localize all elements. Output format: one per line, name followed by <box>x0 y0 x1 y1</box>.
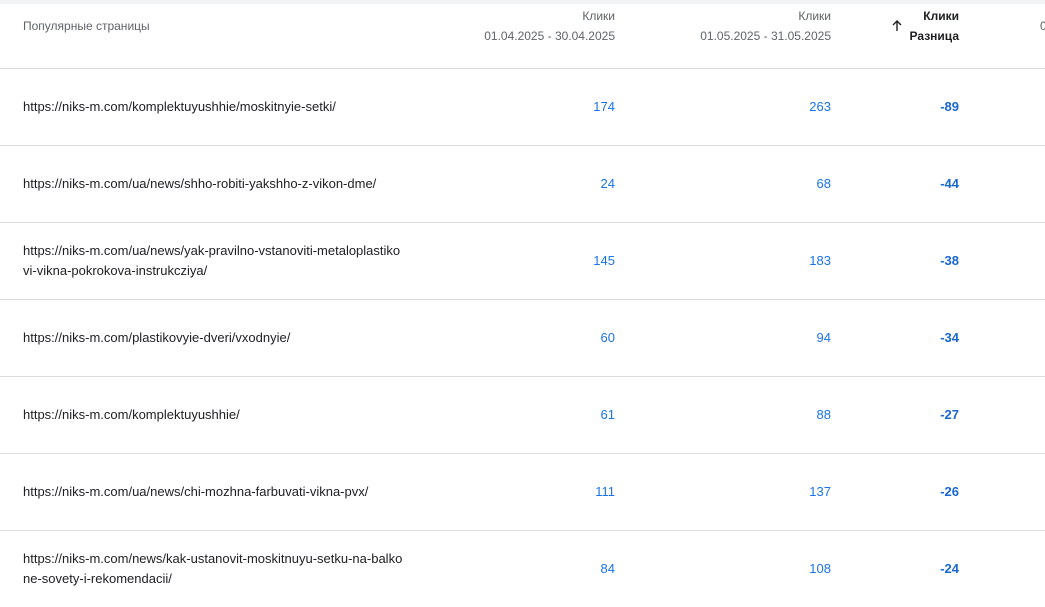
clicks-may: 108 <box>809 561 831 576</box>
clicks-difference: -27 <box>940 407 959 422</box>
clicks-may: 94 <box>816 330 831 345</box>
clicks-april: 174 <box>593 99 615 114</box>
clicks-difference: -38 <box>940 253 959 268</box>
page-url[interactable]: https://niks-m.com/ua/news/chi-mozhna-fa… <box>23 482 403 502</box>
clicks-difference: -26 <box>940 484 959 499</box>
header-popular-pages[interactable]: Популярные страницы <box>23 16 150 36</box>
header-clicks-may-range: 01.05.2025 - 31.05.2025 <box>700 29 831 43</box>
table-row[interactable]: https://niks-m.com/plastikovyie-dveri/vx… <box>0 300 1045 377</box>
table-row[interactable]: https://niks-m.com/ua/news/shho-robiti-y… <box>0 146 1045 223</box>
header-clicks-april-title: Клики <box>582 9 615 23</box>
clicks-april: 60 <box>600 330 615 345</box>
header-next-column-partial[interactable]: 0 <box>1040 16 1045 36</box>
page-url[interactable]: https://niks-m.com/news/kak-ustanovit-mo… <box>23 549 403 589</box>
header-clicks-april-range: 01.04.2025 - 30.04.2025 <box>484 29 615 43</box>
table-row[interactable]: https://niks-m.com/ua/news/yak-pravilno-… <box>0 223 1045 300</box>
popular-pages-table: Популярные страницы Клики 01.04.2025 - 3… <box>0 4 1045 607</box>
table-row[interactable]: https://niks-m.com/news/kak-ustanovit-mo… <box>0 531 1045 607</box>
clicks-april: 24 <box>600 176 615 191</box>
clicks-difference: -24 <box>940 561 959 576</box>
clicks-april: 145 <box>593 253 615 268</box>
clicks-difference: -44 <box>940 176 959 191</box>
clicks-may: 183 <box>809 253 831 268</box>
page-url[interactable]: https://niks-m.com/komplektuyushhie/ <box>23 405 403 425</box>
table-header: Популярные страницы Клики 01.04.2025 - 3… <box>0 4 1045 69</box>
header-clicks-difference-sub: Разница <box>909 29 959 43</box>
header-clicks-may[interactable]: Клики 01.05.2025 - 31.05.2025 <box>631 6 831 46</box>
clicks-may: 88 <box>816 407 831 422</box>
page-url[interactable]: https://niks-m.com/komplektuyushhie/mosk… <box>23 97 403 117</box>
page-url[interactable]: https://niks-m.com/ua/news/shho-robiti-y… <box>23 174 403 194</box>
clicks-april: 61 <box>600 407 615 422</box>
page-url[interactable]: https://niks-m.com/ua/news/yak-pravilno-… <box>23 241 403 281</box>
clicks-april: 111 <box>595 484 615 499</box>
clicks-may: 263 <box>809 99 831 114</box>
clicks-difference: -89 <box>940 99 959 114</box>
table-row[interactable]: https://niks-m.com/komplektuyushhie/mosk… <box>0 69 1045 146</box>
header-clicks-april[interactable]: Клики 01.04.2025 - 30.04.2025 <box>415 6 615 46</box>
header-clicks-difference[interactable]: Клики Разница <box>839 6 959 46</box>
table-row[interactable]: https://niks-m.com/ua/news/chi-mozhna-fa… <box>0 454 1045 531</box>
table-body: https://niks-m.com/komplektuyushhie/mosk… <box>0 69 1045 607</box>
clicks-april: 84 <box>600 561 615 576</box>
header-clicks-difference-title: Клики <box>923 9 959 23</box>
clicks-difference: -34 <box>940 330 959 345</box>
clicks-may: 68 <box>816 176 831 191</box>
header-clicks-may-title: Клики <box>798 9 831 23</box>
page-url[interactable]: https://niks-m.com/plastikovyie-dveri/vx… <box>23 328 403 348</box>
table-row[interactable]: https://niks-m.com/komplektuyushhie/ 61 … <box>0 377 1045 454</box>
clicks-may: 137 <box>809 484 831 499</box>
